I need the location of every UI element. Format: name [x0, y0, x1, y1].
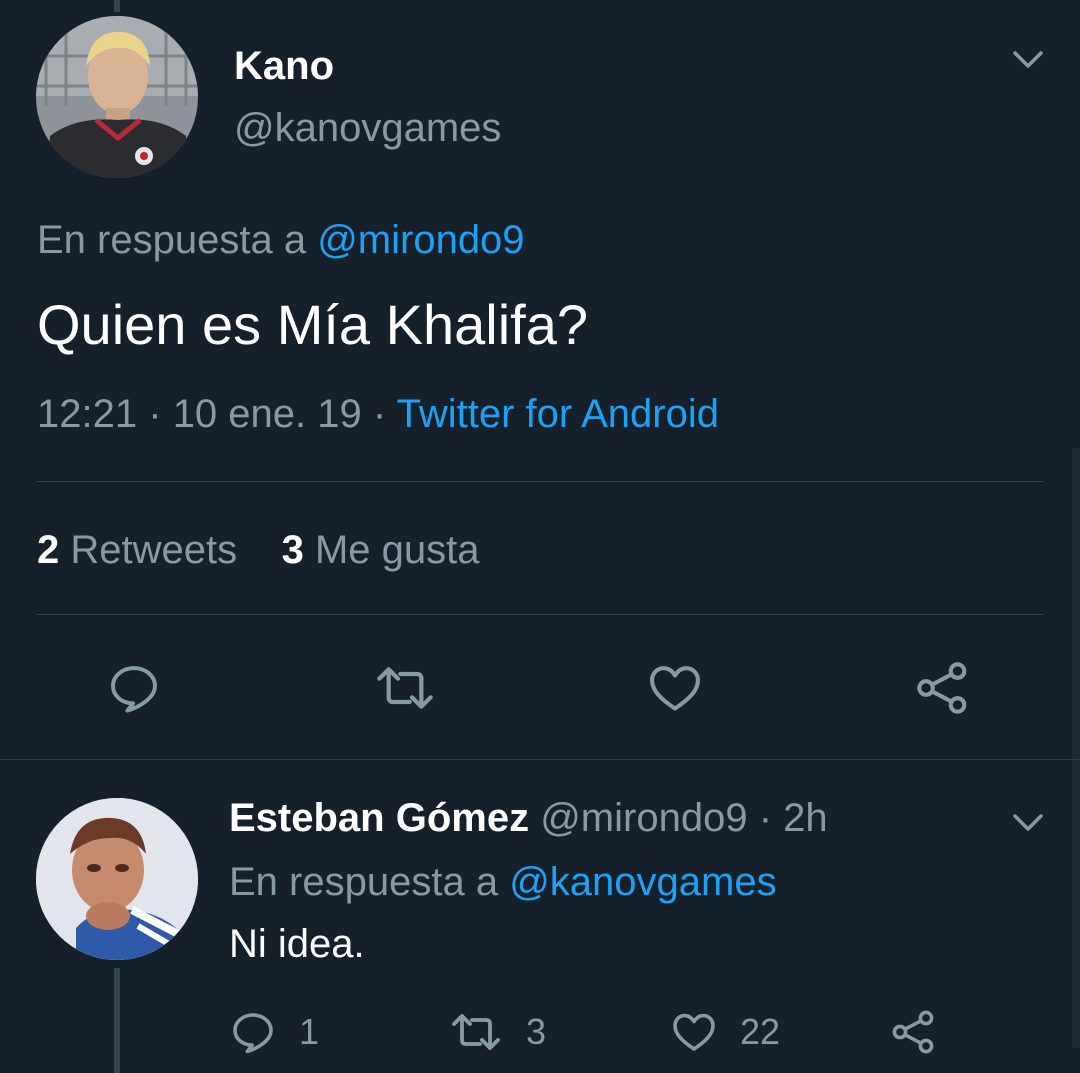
- scroll-edge: [1072, 448, 1080, 1048]
- share-icon: [917, 662, 967, 714]
- reply-time-ago: 2h: [783, 796, 828, 840]
- meta-separator: ·: [372, 392, 387, 436]
- reply-comments-count: 1: [299, 1011, 320, 1052]
- reply-retweet-button[interactable]: 3: [448, 1008, 546, 1056]
- tweet-source-link[interactable]: Twitter for Android: [397, 392, 719, 436]
- tweet-text: Quien es Mía Khalifa?: [37, 293, 588, 356]
- reply-retweets-count: 3: [526, 1011, 547, 1052]
- reply-author-name[interactable]: Esteban Gómez: [229, 796, 529, 840]
- comment-icon: [233, 1013, 273, 1054]
- avatar-kano[interactable]: [36, 16, 198, 178]
- retweet-icon: [377, 667, 433, 709]
- meta-separator: ·: [148, 392, 162, 436]
- tweet-date: 10 ene. 19: [172, 392, 362, 436]
- retweets-label: Retweets: [70, 528, 238, 572]
- likes-stat[interactable]: 3 Me gusta: [282, 528, 480, 572]
- reply-prefix: En respuesta a: [37, 218, 307, 262]
- reply-to-link[interactable]: @kanovgames: [509, 860, 776, 904]
- reply-header: Esteban Gómez @mirondo9 · 2h: [229, 796, 828, 841]
- author-handle[interactable]: @kanovgames: [234, 106, 501, 151]
- reply-prefix: En respuesta a: [229, 860, 499, 904]
- chevron-down-icon[interactable]: [1013, 50, 1043, 70]
- likes-count: 3: [281, 528, 304, 572]
- thread-line-bottom: [114, 968, 120, 1073]
- reply-button[interactable]: [104, 658, 164, 718]
- retweet-icon: [452, 1014, 500, 1050]
- avatar-esteban[interactable]: [36, 798, 198, 960]
- heart-icon: [673, 1013, 715, 1051]
- share-icon: [892, 1010, 934, 1054]
- reply-context: En respuesta a @mirondo9: [37, 218, 525, 263]
- retweets-count: 2: [37, 528, 60, 572]
- thread-line-top: [114, 0, 120, 12]
- heart-icon: [649, 666, 701, 711]
- author-name[interactable]: Kano: [234, 44, 334, 89]
- comment-icon: [111, 666, 157, 713]
- divider: [37, 614, 1043, 615]
- reply-likes-count: 22: [740, 1011, 781, 1052]
- divider: [37, 481, 1043, 482]
- reply-share-button[interactable]: [890, 1008, 938, 1056]
- tweet-meta: 12:21 · 10 ene. 19 · Twitter for Android: [37, 392, 719, 437]
- reply-comment-button[interactable]: 1: [229, 1008, 319, 1056]
- reply-context: En respuesta a @kanovgames: [229, 860, 777, 905]
- reply-author-handle[interactable]: @mirondo9: [540, 796, 747, 840]
- engagement-stats: 2 Retweets 3 Me gusta: [37, 528, 479, 573]
- retweet-button[interactable]: [370, 658, 440, 718]
- divider: [0, 759, 1080, 760]
- reply-like-button[interactable]: 22: [670, 1008, 780, 1056]
- reply-time-separator: ·: [758, 796, 773, 840]
- likes-label: Me gusta: [314, 528, 480, 572]
- retweets-stat[interactable]: 2 Retweets: [37, 528, 237, 572]
- share-button[interactable]: [912, 658, 974, 718]
- chevron-down-icon[interactable]: [1013, 813, 1043, 833]
- tweet-time: 12:21: [37, 392, 138, 436]
- reply-to-link[interactable]: @mirondo9: [317, 218, 524, 262]
- like-button[interactable]: [645, 658, 705, 718]
- reply-text: Ni idea.: [229, 922, 365, 966]
